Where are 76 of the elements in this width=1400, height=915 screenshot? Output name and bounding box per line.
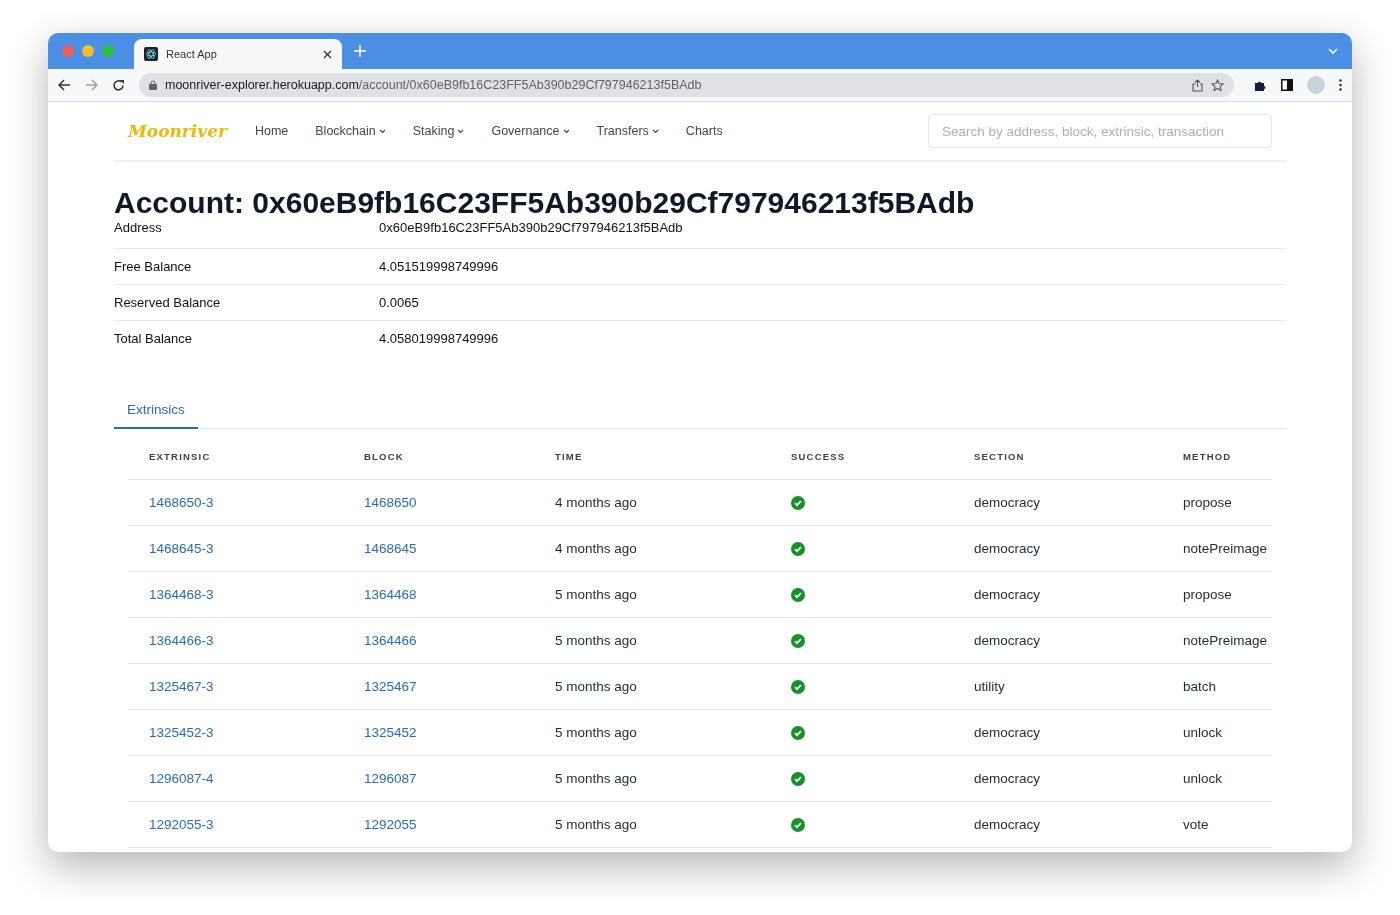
- extrinsic-link[interactable]: 1325452-3: [149, 725, 214, 740]
- detail-label: Reserved Balance: [114, 295, 222, 310]
- nav-link[interactable]: Governance: [491, 124, 570, 138]
- block-link[interactable]: 1468645: [364, 541, 417, 556]
- sidebar-icon[interactable]: [1281, 79, 1293, 91]
- detail-value: 0.0065: [379, 295, 419, 310]
- extrinsic-link[interactable]: 1296087-4: [149, 771, 214, 786]
- table-cell: utility: [953, 663, 1162, 710]
- table-cell: 4 months ago: [534, 479, 770, 526]
- extrinsic-link[interactable]: 1468645-3: [149, 541, 214, 556]
- table-cell: democracy: [953, 801, 1162, 848]
- block-link[interactable]: 1325452: [364, 725, 417, 740]
- block-link[interactable]: 1364466: [364, 633, 417, 648]
- table-cell: 5 months ago: [534, 663, 770, 710]
- more-vertical-icon[interactable]: [1339, 79, 1342, 91]
- nav-link[interactable]: Charts: [685, 124, 723, 138]
- address-bar[interactable]: moonriver-explorer.herokuapp.com/account/0x60eB9fb16C23FF5Ab390b29Cf797946213f5BAdb: [139, 73, 1234, 97]
- block-link[interactable]: 1296087: [364, 771, 417, 786]
- column-header: BLOCK: [343, 443, 534, 480]
- tab[interactable]: Extrinsics: [114, 392, 198, 429]
- reload-icon[interactable]: [112, 78, 125, 92]
- table-cell: vote: [1162, 801, 1272, 848]
- column-header: SECTION: [953, 443, 1162, 480]
- column-header: TIME: [534, 443, 770, 480]
- table-cell: democracy: [953, 479, 1162, 526]
- detail-label: Free Balance: [114, 259, 193, 274]
- nav-link[interactable]: Home: [254, 124, 289, 138]
- nav-link[interactable]: Blockchain: [315, 124, 386, 138]
- column-header: METHOD: [1162, 443, 1272, 480]
- table-cell: democracy: [953, 617, 1162, 664]
- table-cell: notePreimage: [1162, 617, 1272, 664]
- table-cell: democracy: [953, 709, 1162, 756]
- table-cell: batch: [1162, 663, 1272, 710]
- back-arrow-icon[interactable]: [58, 79, 71, 91]
- detail-value: 0x60eB9fb16C23FF5Ab390b29Cf797946213f5BAdb: [379, 220, 683, 235]
- nav-link[interactable]: Staking: [412, 124, 465, 138]
- table-cell: propose: [1162, 571, 1272, 618]
- table-cell: unlock: [1162, 709, 1272, 756]
- star-icon[interactable]: [1211, 78, 1224, 92]
- extrinsic-link[interactable]: 1364468-3: [149, 587, 214, 602]
- block-link[interactable]: 1292055: [364, 817, 417, 832]
- column-header: SUCCESS: [770, 443, 953, 480]
- browser-tab[interactable]: React App: [134, 39, 342, 69]
- detail-label: Address: [114, 220, 163, 235]
- detail-value: 4.058019998749996: [379, 331, 499, 346]
- table-cell: democracy: [953, 571, 1162, 618]
- chevron-down-icon[interactable]: [1328, 48, 1338, 54]
- atom-icon: [144, 47, 158, 61]
- close-icon[interactable]: [323, 49, 332, 59]
- table-cell: 5 months ago: [534, 709, 770, 756]
- table-cell: 5 months ago: [534, 755, 770, 802]
- page-title: Account: 0x60eB9fb16C23FF5Ab390b29Cf797946213f5BAdb: [114, 186, 976, 220]
- nav-link[interactable]: Transfers: [596, 124, 659, 138]
- table-cell: 5 months ago: [534, 571, 770, 618]
- table-cell: propose: [1162, 479, 1272, 526]
- table-cell: unlock: [1162, 755, 1272, 802]
- extrinsic-link[interactable]: 1292055-3: [149, 817, 214, 832]
- extrinsic-link[interactable]: 1468650-3: [149, 495, 214, 510]
- table-cell: democracy: [953, 755, 1162, 802]
- detail-label: Total Balance: [114, 331, 194, 346]
- block-link[interactable]: 1325467: [364, 679, 417, 694]
- table-cell: notePreimage: [1162, 525, 1272, 572]
- table-cell: 5 months ago: [534, 617, 770, 664]
- extrinsic-link[interactable]: 1364466-3: [149, 633, 214, 648]
- share-icon[interactable]: [1192, 78, 1203, 92]
- extrinsic-link[interactable]: 1325467-3: [149, 679, 214, 694]
- table-cell: democracy: [953, 525, 1162, 572]
- lock-icon: [149, 80, 157, 90]
- column-header: EXTRINSIC: [128, 443, 343, 480]
- table-cell: 4 months ago: [534, 525, 770, 572]
- plus-icon[interactable]: [354, 45, 366, 57]
- search-field[interactable]: Search by address, block, extrinsic, transaction: [928, 114, 1272, 148]
- block-link[interactable]: 1364468: [364, 587, 417, 602]
- table-cell: 5 months ago: [534, 801, 770, 848]
- block-link[interactable]: 1468650: [364, 495, 417, 510]
- detail-value: 4.051519998749996: [379, 259, 499, 274]
